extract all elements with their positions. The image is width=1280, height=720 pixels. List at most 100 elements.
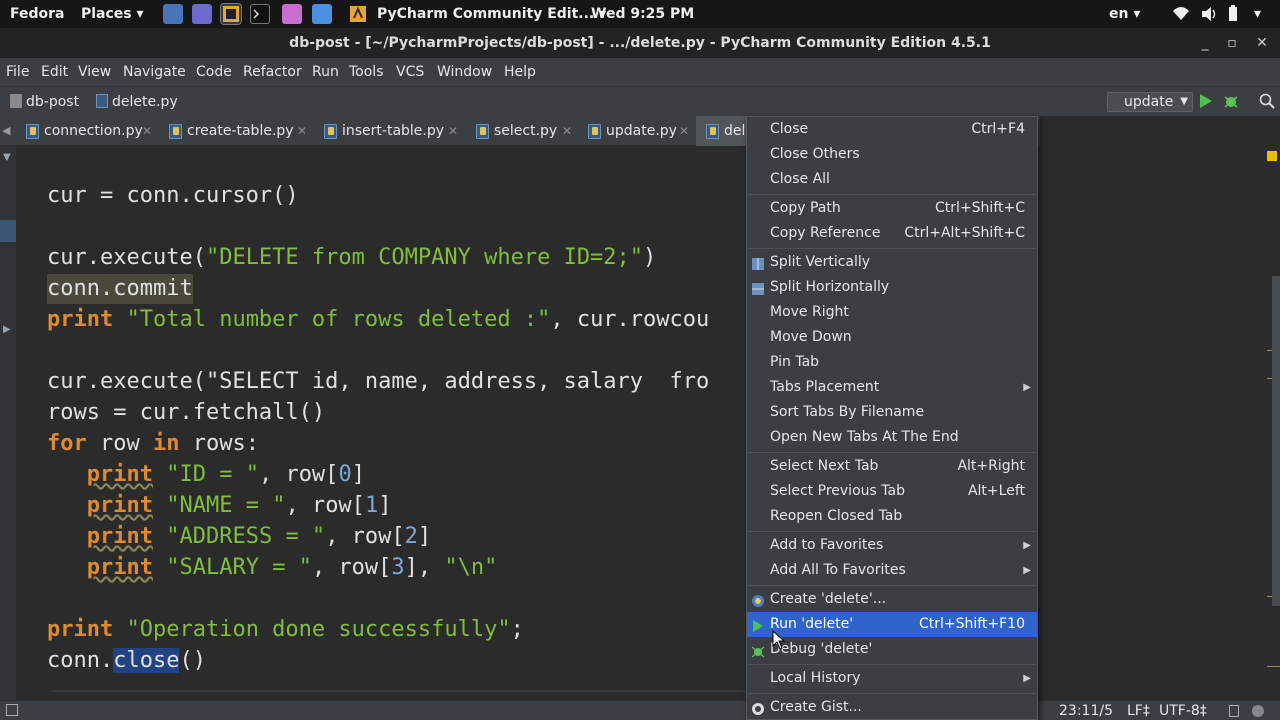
breadcrumb-file[interactable]: delete.py [96, 87, 178, 117]
tab-connection[interactable]: connection.py ✕ [16, 116, 158, 146]
cursor-position[interactable]: 23:11/5 [1059, 701, 1113, 720]
menu-refactor[interactable]: Refactor [243, 58, 302, 86]
menu-item-label: Pin Tab [770, 354, 820, 370]
settings-launcher-icon[interactable] [312, 4, 332, 24]
menu-tools[interactable]: Tools [349, 58, 384, 86]
menu-item-select-previous-tab[interactable]: Select Previous Tab Alt+Left [747, 479, 1037, 504]
menu-item-close[interactable]: Close Ctrl+F4 [747, 117, 1037, 142]
tab-update[interactable]: update.py ✕ [578, 116, 694, 146]
horizontal-scrollbar[interactable] [52, 690, 752, 692]
python-file-icon [706, 124, 719, 139]
python-config-icon [751, 592, 765, 607]
battery-icon[interactable] [1227, 0, 1239, 28]
run-configuration-select[interactable]: update ▼ [1107, 92, 1193, 112]
maximize-icon[interactable]: ▫ [1222, 28, 1242, 58]
menu-item-tabs-placement[interactable]: Tabs Placement ▶ [747, 375, 1037, 400]
activities-button[interactable]: Fedora [10, 0, 64, 28]
menu-item-open-new-tabs-at-end[interactable]: Open New Tabs At The End [747, 425, 1037, 450]
terminal-launcher-icon[interactable] [250, 4, 270, 24]
menu-item-split-horizontally[interactable]: Split Horizontally [747, 275, 1037, 300]
menu-item-reopen-closed-tab[interactable]: Reopen Closed Tab [747, 504, 1037, 529]
menu-item-pin-tab[interactable]: Pin Tab [747, 350, 1037, 375]
tool-windows-icon[interactable] [6, 704, 18, 716]
status-bar: 23:11/5 LF‡ UTF-8‡ [0, 700, 1280, 720]
menu-item-copy-reference[interactable]: Copy Reference Ctrl+Alt+Shift+C [747, 221, 1037, 246]
keyboard-layout-indicator[interactable]: en ▾ [1109, 0, 1140, 28]
menu-item-label: Select Previous Tab [770, 483, 905, 499]
close-tab-icon[interactable]: ✕ [679, 116, 689, 146]
line-separator[interactable]: LF‡ [1127, 701, 1150, 720]
menu-item-move-down[interactable]: Move Down [747, 325, 1037, 350]
structure-tool-button[interactable] [0, 220, 16, 242]
menu-item-label: Copy Reference [770, 225, 881, 241]
menu-item-add-all-to-favorites[interactable]: Add All To Favorites ▶ [747, 558, 1037, 583]
pycharm-launcher-icon[interactable] [220, 3, 242, 25]
menu-item-copy-path[interactable]: Copy Path Ctrl+Shift+C [747, 196, 1037, 221]
menu-view[interactable]: View [78, 58, 111, 86]
files-launcher-icon[interactable] [163, 4, 183, 24]
menu-item-select-next-tab[interactable]: Select Next Tab Alt+Right [747, 454, 1037, 479]
places-menu[interactable]: Places ▾ [81, 0, 144, 28]
menu-item-local-history[interactable]: Local History ▶ [747, 666, 1037, 691]
menu-vcs[interactable]: VCS [396, 58, 424, 86]
debug-icon[interactable] [1223, 93, 1239, 113]
lock-icon[interactable] [1229, 705, 1239, 717]
screenshot-launcher-icon[interactable] [282, 4, 302, 24]
vertical-scrollbar[interactable] [1272, 276, 1280, 606]
minimize-icon[interactable]: _ [1195, 28, 1215, 58]
menu-item-debug[interactable]: Debug 'delete' [747, 637, 1037, 662]
inspector-icon[interactable] [1252, 705, 1264, 717]
menu-item-add-to-favorites[interactable]: Add to Favorites ▶ [747, 533, 1037, 558]
line-gutter [16, 146, 42, 700]
run-icon[interactable] [1199, 93, 1213, 113]
menu-help[interactable]: Help [504, 58, 536, 86]
menu-item-create-gist[interactable]: Create Gist... [747, 695, 1037, 720]
menu-item-close-all[interactable]: Close All [747, 167, 1037, 192]
file-encoding[interactable]: UTF-8‡ [1159, 701, 1207, 720]
menu-item-run[interactable]: Run 'delete' Ctrl+Shift+F10 [747, 612, 1037, 637]
submenu-arrow-icon: ▶ [1023, 565, 1031, 576]
menu-item-close-others[interactable]: Close Others [747, 142, 1037, 167]
python-file-icon [169, 124, 182, 139]
tab-context-menu: Close Ctrl+F4 Close Others Close All Cop… [746, 116, 1038, 720]
code-line: rows = cur.fetchall() [47, 398, 325, 428]
power-menu-icon[interactable]: ▾ [1254, 0, 1261, 28]
close-window-icon[interactable]: ✕ [1252, 28, 1272, 58]
tab-create-table[interactable]: create-table.py ✕ [159, 116, 311, 146]
wifi-icon[interactable] [1172, 0, 1190, 28]
menu-edit[interactable]: Edit [41, 58, 68, 86]
tab-select[interactable]: select.py ✕ [466, 116, 578, 146]
close-tab-icon[interactable]: ✕ [297, 116, 307, 146]
menu-run[interactable]: Run [312, 58, 339, 86]
menu-item-split-vertically[interactable]: Split Vertically [747, 250, 1037, 275]
fold-down-icon[interactable]: ▼ [3, 152, 11, 163]
tab-insert-table[interactable]: insert-table.py ✕ [314, 116, 464, 146]
code-line: cur.execute("SELECT id, name, address, s… [47, 367, 709, 397]
menu-navigate[interactable]: Navigate [123, 58, 186, 86]
code-editor[interactable]: cur = conn.cursor() cur.execute("DELETE … [42, 146, 1280, 700]
volume-icon[interactable] [1200, 0, 1218, 28]
close-tab-icon[interactable]: ✕ [142, 116, 152, 146]
menu-item-create-config[interactable]: Create 'delete'... [747, 587, 1037, 612]
menu-code[interactable]: Code [196, 58, 232, 86]
menu-item-sort-tabs[interactable]: Sort Tabs By Filename [747, 400, 1037, 425]
breadcrumb-project[interactable]: db-post [10, 87, 79, 117]
tabs-scroll-left-icon[interactable]: ◀ [2, 124, 10, 137]
menu-separator [748, 693, 1036, 694]
menu-item-move-right[interactable]: Move Right [747, 300, 1037, 325]
close-tab-icon[interactable]: ✕ [562, 116, 572, 146]
menu-item-label: Move Right [770, 304, 849, 320]
search-icon[interactable] [1259, 93, 1275, 113]
expand-right-icon[interactable]: ▶ [3, 324, 11, 335]
close-tab-icon[interactable]: ✕ [448, 116, 458, 146]
text-editor-launcher-icon[interactable] [192, 4, 212, 24]
clock[interactable]: Wed 9:25 PM [591, 0, 694, 28]
run-icon [751, 617, 765, 632]
code-text: print "Operation done successfully"; [47, 617, 524, 642]
error-stripe-mark[interactable] [1267, 666, 1280, 667]
menu-file[interactable]: File [6, 58, 29, 86]
app-menu[interactable]: PyCharm Community Edit... ▾ [377, 0, 606, 28]
navigation-bar: db-post delete.py update ▼ [0, 86, 1280, 116]
warning-indicator-icon[interactable] [1267, 151, 1277, 161]
menu-window[interactable]: Window [437, 58, 492, 86]
